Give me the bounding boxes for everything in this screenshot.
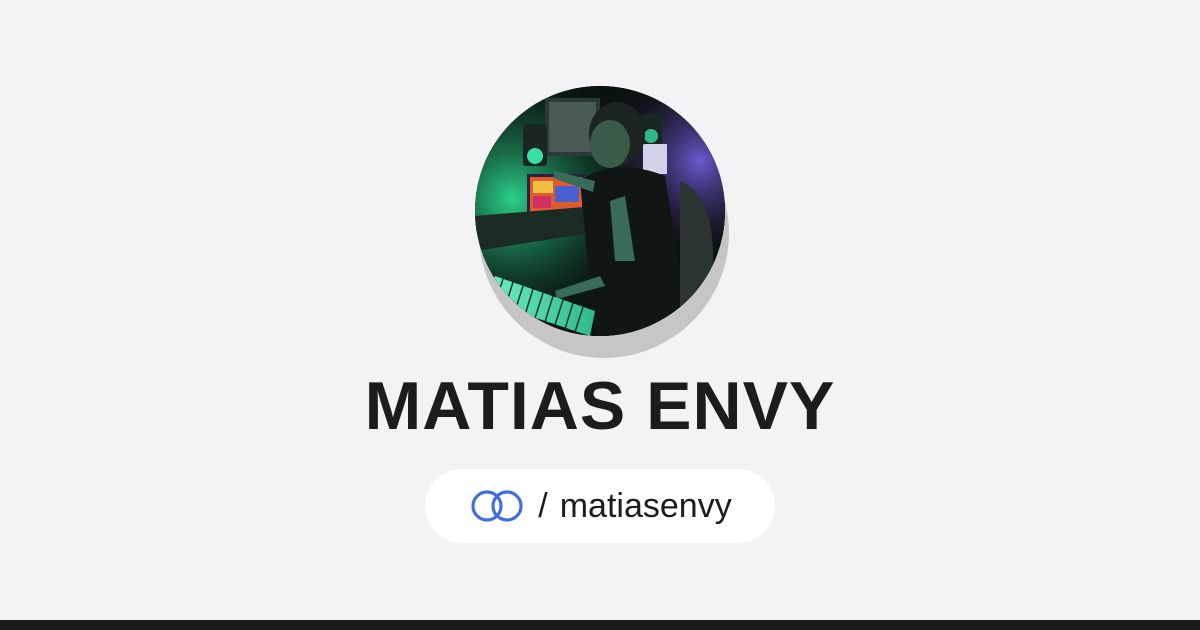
profile-name: MATIAS ENVY — [364, 368, 836, 444]
avatar-image — [475, 86, 725, 336]
bottom-bar — [0, 620, 1200, 630]
handle-prefix: / — [538, 487, 548, 525]
linked-rings-icon — [471, 490, 523, 522]
profile-avatar-container — [475, 86, 729, 358]
profile-handle-link[interactable]: / matiasenvy — [425, 469, 775, 543]
handle-username: matiasenvy — [559, 487, 732, 525]
avatar[interactable] — [475, 86, 725, 336]
